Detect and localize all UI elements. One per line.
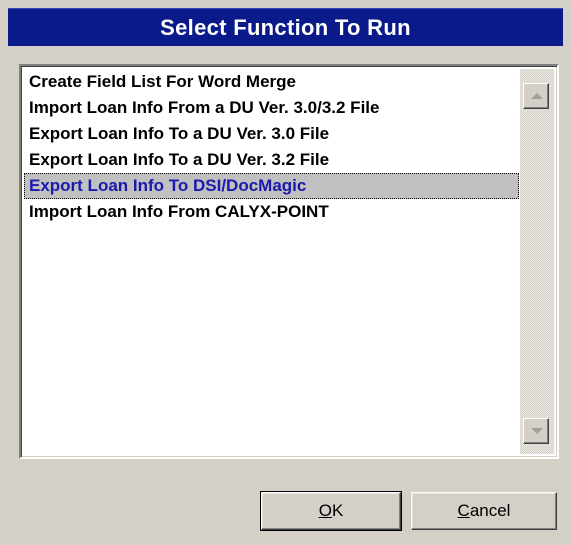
list-item[interactable]: Export Loan Info To a DU Ver. 3.0 File: [24, 121, 519, 147]
arrow-down-icon: [531, 428, 543, 434]
cancel-label-rest: ancel: [469, 501, 511, 520]
vertical-scrollbar[interactable]: [520, 69, 554, 454]
cancel-mnemonic: C: [457, 501, 470, 520]
list-item[interactable]: Create Field List For Word Merge: [24, 69, 519, 95]
scroll-down-button[interactable]: [523, 418, 549, 444]
list-item[interactable]: Export Loan Info To a DU Ver. 3.2 File: [24, 147, 519, 173]
ok-mnemonic: O: [318, 501, 332, 520]
cancel-button[interactable]: Cancel: [411, 492, 557, 530]
function-listbox[interactable]: Create Field List For Word Merge Import …: [19, 64, 559, 459]
ok-button[interactable]: OK: [260, 491, 402, 531]
list-item[interactable]: Import Loan Info From a DU Ver. 3.0/3.2 …: [24, 95, 519, 121]
list-item[interactable]: Export Loan Info To DSI/DocMagic: [24, 173, 519, 199]
select-function-dialog: Select Function To Run Create Field List…: [0, 0, 571, 545]
arrow-up-icon: [531, 93, 543, 99]
function-list-items: Create Field List For Word Merge Import …: [24, 69, 519, 454]
dialog-title: Select Function To Run: [8, 8, 563, 46]
list-item[interactable]: Import Loan Info From CALYX-POINT: [24, 199, 519, 225]
ok-label-rest: K: [331, 501, 344, 520]
scroll-up-button[interactable]: [523, 83, 549, 109]
